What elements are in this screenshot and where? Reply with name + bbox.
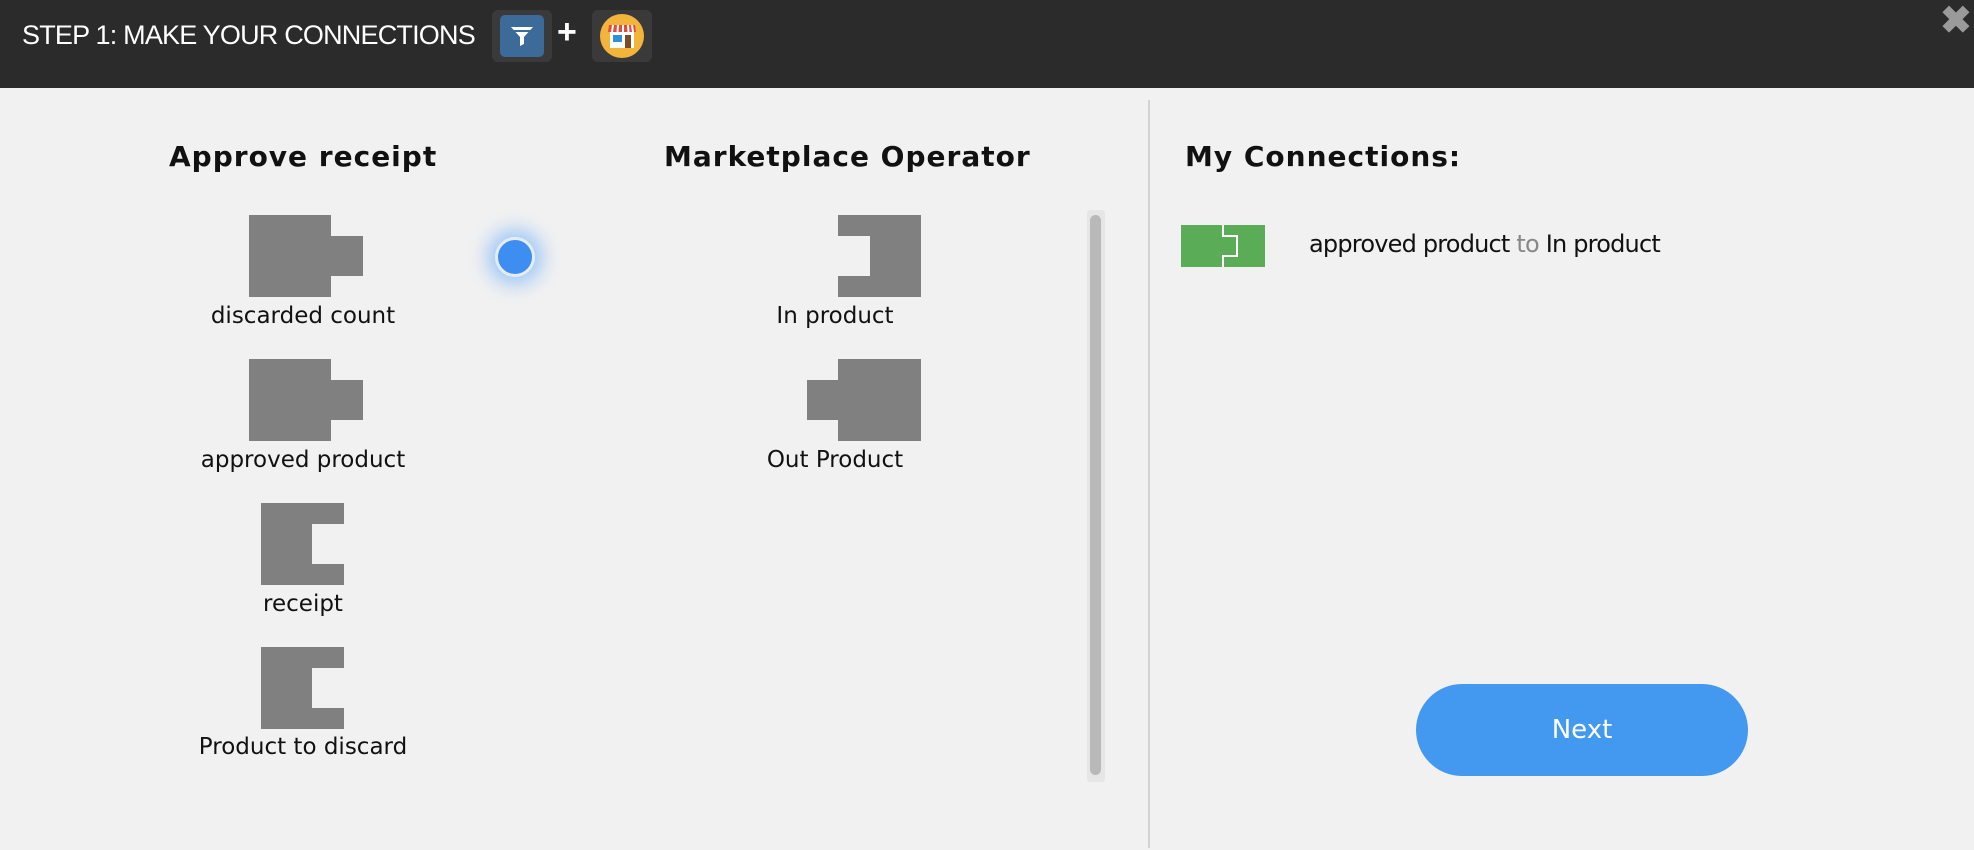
port-output-connector-icon[interactable] — [807, 359, 921, 441]
scrollbar-thumb[interactable] — [1090, 215, 1101, 775]
marketplace-store-icon — [600, 14, 644, 58]
plus-sign: + — [557, 13, 577, 51]
connection-from: approved product — [1309, 230, 1510, 258]
step-title: STEP 1: MAKE YOUR CONNECTIONS — [22, 20, 476, 50]
port-label-approved-product: approved product — [200, 447, 406, 473]
left-panel-heading: Approve receipt — [169, 140, 438, 173]
port-output-connector-icon[interactable] — [249, 359, 363, 441]
port-label-out-product: Out Product — [766, 447, 904, 473]
drag-cursor-dot — [495, 237, 535, 277]
port-label-discarded-count: discarded count — [210, 303, 396, 329]
connections-heading: My Connections: — [1185, 140, 1462, 173]
next-button[interactable]: Next — [1416, 684, 1748, 776]
close-icon[interactable]: ✖ — [1940, 2, 1972, 40]
port-label-product-to-discard: Product to discard — [198, 734, 408, 760]
port-input-connector-icon[interactable] — [261, 503, 344, 585]
filter-icon — [500, 15, 544, 57]
connection-link-icon — [1181, 225, 1265, 267]
marketplace-app-badge — [592, 10, 652, 62]
connection-text: approved product to In product — [1309, 230, 1661, 258]
connection-to: In product — [1545, 230, 1661, 258]
filter-app-badge — [492, 10, 552, 62]
connection-item[interactable] — [1181, 225, 1265, 267]
port-label-in-product: In product — [776, 303, 894, 329]
port-output-connector-icon[interactable] — [249, 215, 363, 297]
scrollbar[interactable] — [1087, 210, 1105, 782]
middle-panel-heading: Marketplace Operator — [664, 140, 1031, 173]
port-label-receipt: receipt — [263, 591, 343, 617]
port-input-connector-icon[interactable] — [838, 215, 921, 297]
panel-divider — [1148, 100, 1150, 848]
port-input-connector-icon[interactable] — [261, 647, 344, 729]
header-bar: STEP 1: MAKE YOUR CONNECTIONS + ✖ — [0, 0, 1974, 88]
connection-joiner: to — [1516, 230, 1539, 258]
